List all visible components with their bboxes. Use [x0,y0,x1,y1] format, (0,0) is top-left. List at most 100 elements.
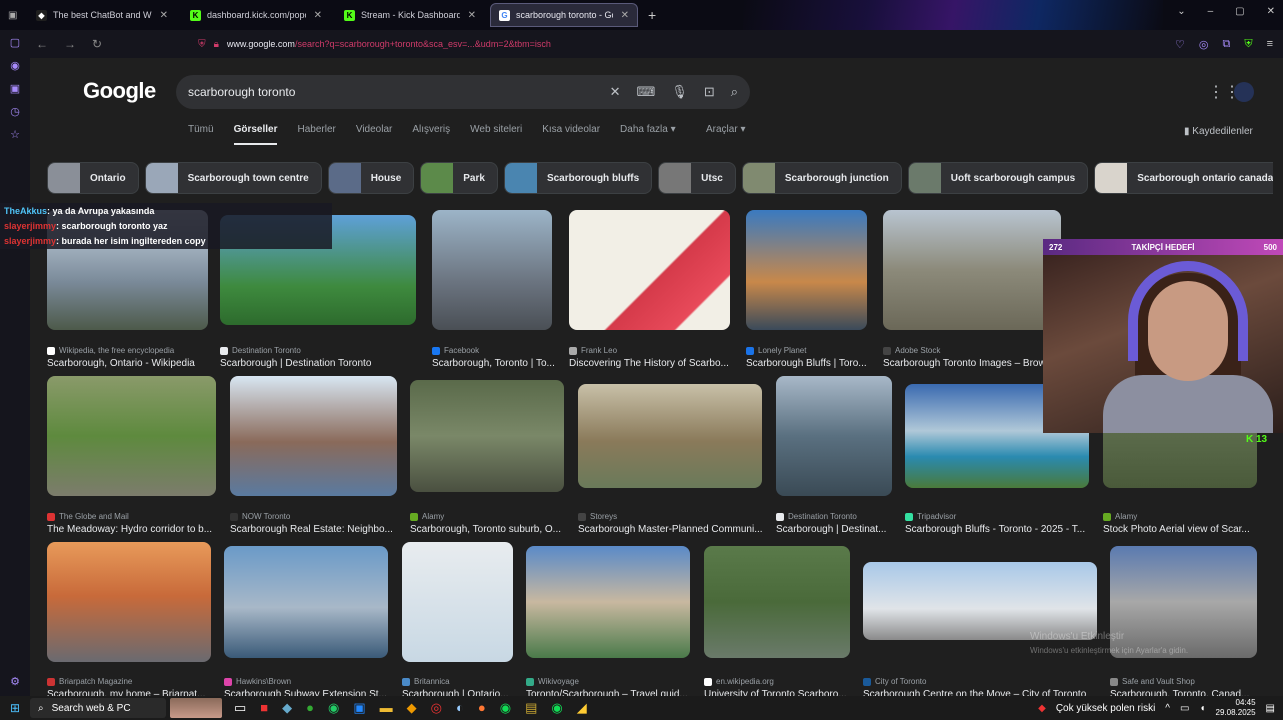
result-title[interactable]: Scarborough | Ontario... [402,689,533,696]
tab-search-icon[interactable]: ⌄ [1177,6,1185,17]
forward-button[interactable]: → [64,37,76,51]
sidebar-bookmarks-icon[interactable]: ☆ [10,128,20,141]
sidebar-history-icon[interactable]: ◷ [10,105,20,118]
result-title[interactable]: Scarborough Master-Planned Communi... [578,524,762,535]
result-source[interactable]: City of Toronto [863,677,1097,686]
search-tab[interactable]: Görseller [233,124,278,145]
tray-chevron-icon[interactable]: ^ [1165,703,1170,714]
lens-icon[interactable]: ⊡ [704,84,715,100]
bookmark-star-icon[interactable]: ♡ [1175,38,1185,51]
result-title[interactable]: Scarborough Real Estate: Neighbo... [230,524,397,535]
result-source[interactable]: Destination Toronto [776,512,926,521]
related-search-chip[interactable]: Scarborough bluffs [503,162,653,194]
image-result[interactable]: Hawkins\Brown Scarborough Subway Extensio… [224,546,388,696]
firefox-icon[interactable]: ● [478,700,486,716]
search-tab[interactable]: Alışveriş [412,124,450,145]
image-result[interactable]: Lonely Planet Scarborough Bluffs | Toro..… [746,210,867,369]
result-source[interactable]: Tripadvisor [905,512,1089,521]
xbox-icon[interactable]: ● [306,700,314,716]
tab-menu-icon[interactable]: ▣ [8,10,22,21]
result-source[interactable]: Wikivoyage [526,677,690,686]
tools-menu[interactable]: Araçlar ▾ [706,124,745,135]
result-source[interactable]: Alamy [410,512,564,521]
extensions-icon[interactable]: ⧉ [1222,38,1230,51]
task-view-icon[interactable]: ▭ [234,700,246,716]
weather-icon[interactable]: ◆ [1038,703,1046,714]
result-source[interactable]: Storeys [578,512,762,521]
result-title[interactable]: Scarborough, Toronto, Canad... [1110,689,1273,696]
result-title[interactable]: The Meadoway: Hydro corridor to b... [47,524,216,535]
result-title[interactable]: Scarborough Bluffs | Toro... [746,358,887,369]
clock[interactable]: 04:45 29.08.2025 [1216,698,1256,718]
spotify-icon-2[interactable]: ◉ [551,700,562,716]
result-thumbnail[interactable] [224,546,388,658]
opera-icon[interactable]: ◎ [431,700,442,716]
result-title[interactable]: Scarborough, Ontario - Wikipedia [47,358,208,369]
close-tab-icon[interactable]: ✕ [314,10,322,21]
result-title[interactable]: Toronto/Scarborough – Travel guid... [526,689,690,696]
result-title[interactable]: University of Toronto Scarboro... [704,689,870,696]
search-tab[interactable]: Videolar [356,124,393,145]
result-source[interactable]: NOW Toronto [230,512,397,521]
minimize-button[interactable]: – [1208,6,1214,17]
back-button[interactable]: ← [36,37,48,51]
related-search-chip[interactable]: House [327,162,415,194]
browser-tab[interactable]: K Stream - Kick Dashboard ✕ [336,3,484,27]
copilot-icon[interactable]: ◆ [282,700,292,716]
sidebar-settings-icon[interactable]: ⚙ [10,675,20,688]
result-thumbnail[interactable] [863,562,1097,640]
image-result[interactable]: Adobe Stock Scarborough Toronto Images – … [883,210,1061,369]
weather-text[interactable]: Çok yüksek polen riski [1056,703,1155,714]
volume-icon[interactable]: ◖ [1199,703,1205,714]
reload-button[interactable]: ↻ [92,37,102,51]
related-search-chip[interactable]: Park [420,162,498,194]
search-box[interactable]: scarborough toronto ✕ ⌨ 🎙︎ ⊡ ⌕ [176,75,750,109]
result-source[interactable]: Alamy [1103,512,1257,521]
search-input[interactable]: scarborough toronto [188,85,295,99]
result-title[interactable]: Scarborough Bluffs - Toronto - 2025 - T.… [905,524,1089,535]
image-result[interactable]: Briarpatch Magazine Scarborough, my home … [47,542,211,696]
result-thumbnail[interactable] [47,376,216,496]
browser-tab[interactable]: Kdashboard.kick.com/popout/al: ✕ [182,3,330,27]
result-source[interactable]: Hawkins\Brown [224,677,388,686]
lock-icon[interactable]: 🔒︎ [214,39,219,50]
result-thumbnail[interactable] [569,210,730,330]
avatar[interactable] [1234,82,1254,102]
result-source[interactable]: Lonely Planet [746,346,896,355]
related-search-chip[interactable]: Utsc [658,162,736,194]
image-result[interactable]: City of Toronto Scarborough Centre on the… [863,562,1097,696]
result-thumbnail[interactable] [432,210,552,330]
result-source[interactable]: Safe and Vault Shop [1110,677,1260,686]
image-result[interactable]: Facebook Scarborough, Toronto | To... [432,210,555,369]
result-title[interactable]: Scarborough, Toronto | To... [432,358,572,369]
result-source[interactable]: en.wikipedia.org [704,677,854,686]
result-source[interactable]: Briarpatch Magazine [47,677,211,686]
search-tab[interactable]: Web siteleri [470,124,522,145]
saved-link[interactable]: ▮ Kaydedilenler [1184,126,1253,137]
search-tab[interactable]: Tümü [188,124,214,145]
result-title[interactable]: Scarborough, my home – Briarpat... [47,689,211,696]
clear-icon[interactable]: ✕ [610,84,621,100]
image-result[interactable]: Storeys Scarborough Master-Planned Commun… [578,384,762,535]
result-thumbnail[interactable] [410,380,564,492]
related-search-chip[interactable]: Ontario [47,162,139,194]
spotify-icon[interactable]: ◉ [500,700,511,716]
maximize-button[interactable]: ▢ [1235,6,1244,17]
google-logo[interactable]: Google [83,78,156,104]
result-thumbnail[interactable] [578,384,762,488]
result-title[interactable]: Scarborough | Destinat... [776,524,912,535]
browser-tab[interactable]: ◆ The best ChatBot and Widgets ✕ [28,3,176,27]
result-thumbnail[interactable] [746,210,867,330]
result-thumbnail[interactable] [230,376,397,496]
browser-tab[interactable]: Gscarborough toronto - Google ✕ [490,3,638,27]
result-title[interactable]: Stock Photo Aerial view of Scar... [1103,524,1257,535]
result-thumbnail[interactable] [883,210,1061,330]
result-source[interactable]: Frank Leo [569,346,730,355]
taskbar-search[interactable]: ⌕ Search web & PC [30,698,166,718]
image-result[interactable]: The Globe and Mail The Meadoway: Hydro co… [47,376,216,535]
profile-shield-icon[interactable]: ⛨ [1244,38,1252,51]
notification-icon[interactable]: ▤ [1266,703,1275,714]
result-source[interactable]: Adobe Stock [883,346,1061,355]
related-search-chip[interactable]: Scarborough town centre [144,162,322,194]
result-source[interactable]: Destination Toronto [220,346,416,355]
